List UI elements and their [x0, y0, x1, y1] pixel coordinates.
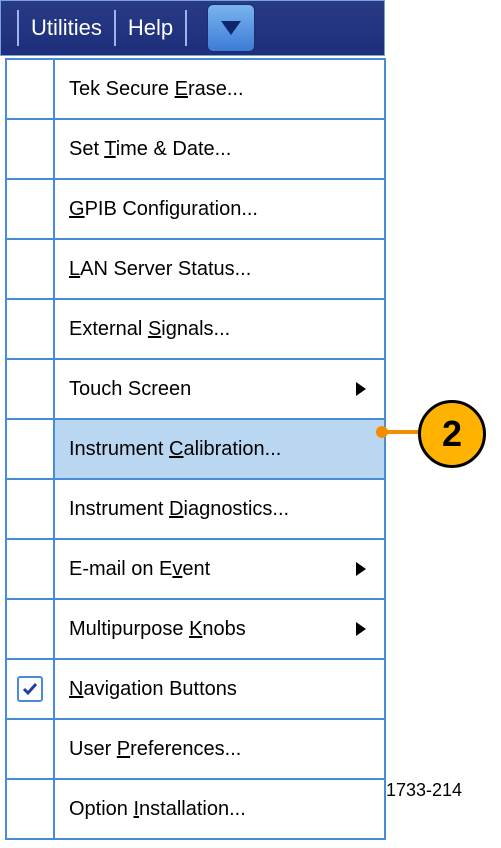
menu-item-touch-screen[interactable]: Touch Screen [7, 360, 384, 420]
menu-item-instrument-diagnostics[interactable]: Instrument Diagnostics... [7, 480, 384, 540]
menubar-separator [17, 10, 19, 46]
menu-item-gutter [7, 60, 55, 118]
menu-item-gutter [7, 120, 55, 178]
menu-item-gutter [7, 300, 55, 358]
submenu-arrow-icon [356, 382, 366, 396]
menu-item-label: Set Time & Date... [55, 120, 384, 178]
submenu-arrow-icon [356, 562, 366, 576]
callout-badge: 2 [418, 400, 486, 468]
menu-item-set-time-date[interactable]: Set Time & Date... [7, 120, 384, 180]
menu-item-gutter [7, 420, 55, 478]
menu-item-navigation-buttons[interactable]: Navigation Buttons [7, 660, 384, 720]
menu-item-external-signals[interactable]: External Signals... [7, 300, 384, 360]
menu-item-label: E-mail on Event [55, 540, 384, 598]
submenu-arrow-icon [356, 622, 366, 636]
menu-item-lan-server-status[interactable]: LAN Server Status... [7, 240, 384, 300]
menu-item-gutter [7, 480, 55, 538]
menu-item-label: External Signals... [55, 300, 384, 358]
menu-item-multipurpose-knobs[interactable]: Multipurpose Knobs [7, 600, 384, 660]
menu-item-gutter [7, 240, 55, 298]
menu-item-label: LAN Server Status... [55, 240, 384, 298]
utilities-menu: Tek Secure Erase...Set Time & Date...GPI… [5, 58, 386, 840]
menu-item-label: Multipurpose Knobs [55, 600, 384, 658]
menu-utilities[interactable]: Utilities [27, 15, 106, 41]
menu-item-label: Instrument Calibration... [55, 420, 384, 478]
menubar-separator [185, 10, 187, 46]
menu-item-gpib-config[interactable]: GPIB Configuration... [7, 180, 384, 240]
menu-item-user-preferences[interactable]: User Preferences... [7, 720, 384, 780]
menu-item-label: Option Installation... [55, 780, 384, 838]
menu-item-tek-secure-erase[interactable]: Tek Secure Erase... [7, 60, 384, 120]
menu-item-gutter [7, 180, 55, 238]
menu-bar: Utilities Help [0, 0, 385, 56]
callout-number: 2 [442, 413, 462, 455]
menu-item-label: GPIB Configuration... [55, 180, 384, 238]
menu-item-option-installation[interactable]: Option Installation... [7, 780, 384, 838]
menu-item-gutter [7, 600, 55, 658]
menu-item-gutter [7, 540, 55, 598]
menu-item-label: Navigation Buttons [55, 660, 384, 718]
checkbox-checked-icon[interactable] [17, 676, 43, 702]
menu-help[interactable]: Help [124, 15, 177, 41]
chevron-down-icon [221, 21, 241, 35]
more-menus-button[interactable] [207, 4, 255, 52]
figure-id: 1733-214 [386, 780, 462, 801]
callout-connector-line [382, 430, 420, 434]
menu-item-email-on-event[interactable]: E-mail on Event [7, 540, 384, 600]
menu-item-gutter [7, 780, 55, 838]
menu-item-label: Instrument Diagnostics... [55, 480, 384, 538]
menu-item-gutter [7, 720, 55, 778]
menu-item-gutter [7, 660, 55, 718]
menu-item-label: Tek Secure Erase... [55, 60, 384, 118]
menu-item-label: User Preferences... [55, 720, 384, 778]
menubar-separator [114, 10, 116, 46]
menu-item-label: Touch Screen [55, 360, 384, 418]
menu-item-gutter [7, 360, 55, 418]
menu-item-instrument-calibration[interactable]: Instrument Calibration... [7, 420, 384, 480]
